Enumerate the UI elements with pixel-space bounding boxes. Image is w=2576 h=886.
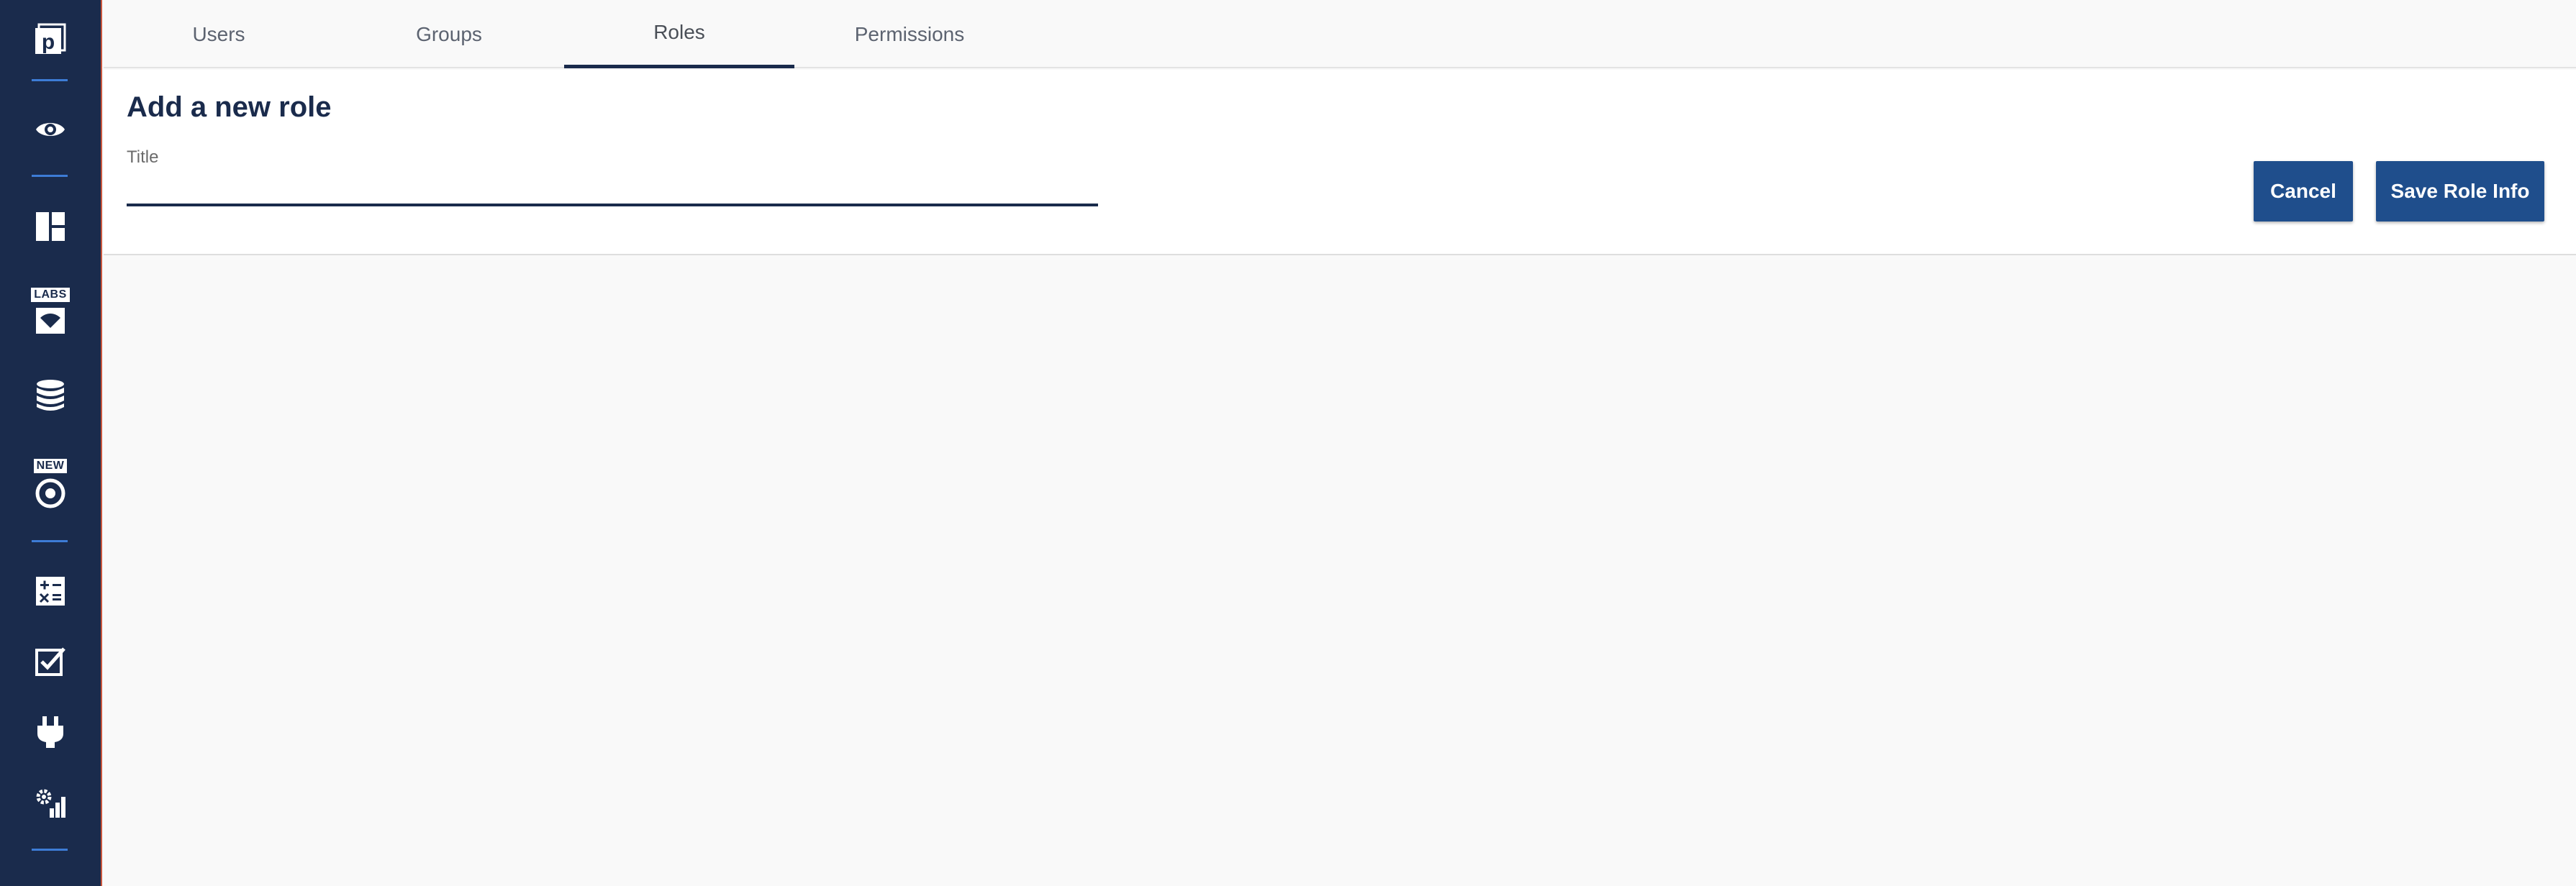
new-badge: NEW [33,458,68,473]
svg-text:p: p [42,30,55,54]
app-root: p LABS NEW Users Groups Roles Permission… [0,0,2576,886]
checkbox-edit-icon [34,644,67,677]
sidebar-item-explore[interactable] [0,104,101,155]
cancel-button[interactable]: Cancel [2254,161,2353,221]
sidebar-item-data[interactable] [0,370,101,421]
sidebar-divider [32,849,68,851]
database-icon [35,379,66,412]
save-role-info-button[interactable]: Save Role Info [2376,161,2544,221]
tab-permissions[interactable]: Permissions [794,0,1025,68]
tab-bar: Users Groups Roles Permissions [104,0,2576,68]
content-area [104,257,2576,886]
sidebar-item-tasks[interactable] [0,636,101,686]
sidebar-item-home[interactable]: p [0,14,101,65]
tab-users[interactable]: Users [104,0,334,68]
logo-icon: p [32,22,68,58]
sidebar-item-admin[interactable] [0,778,101,828]
dashboard-icon [34,210,67,243]
title-input[interactable] [127,169,1098,206]
tab-roles[interactable]: Roles [564,0,794,68]
calculator-icon [35,575,66,607]
sidebar-item-targets[interactable]: NEW [0,453,101,514]
sidebar-divider [32,175,68,177]
sidebar-item-dashboards[interactable] [0,201,101,252]
sidebar-divider [32,79,68,81]
sidebar-item-labs[interactable]: LABS [0,283,101,340]
target-icon [35,478,66,509]
tab-groups[interactable]: Groups [334,0,564,68]
title-field-label: Title [127,147,159,167]
sidebar-item-calculations[interactable] [0,566,101,616]
sidebar: p LABS NEW [0,0,102,886]
page-title: Add a new role [127,91,332,123]
sidebar-divider [32,540,68,542]
sidebar-item-integrations[interactable] [0,707,101,757]
settings-chart-icon [34,787,67,820]
add-role-panel: Add a new role Title Cancel Save Role In… [104,70,2576,255]
plug-icon [35,715,66,749]
labs-badge: LABS [31,288,70,302]
labs-icon [35,306,66,335]
eye-icon [34,113,67,146]
